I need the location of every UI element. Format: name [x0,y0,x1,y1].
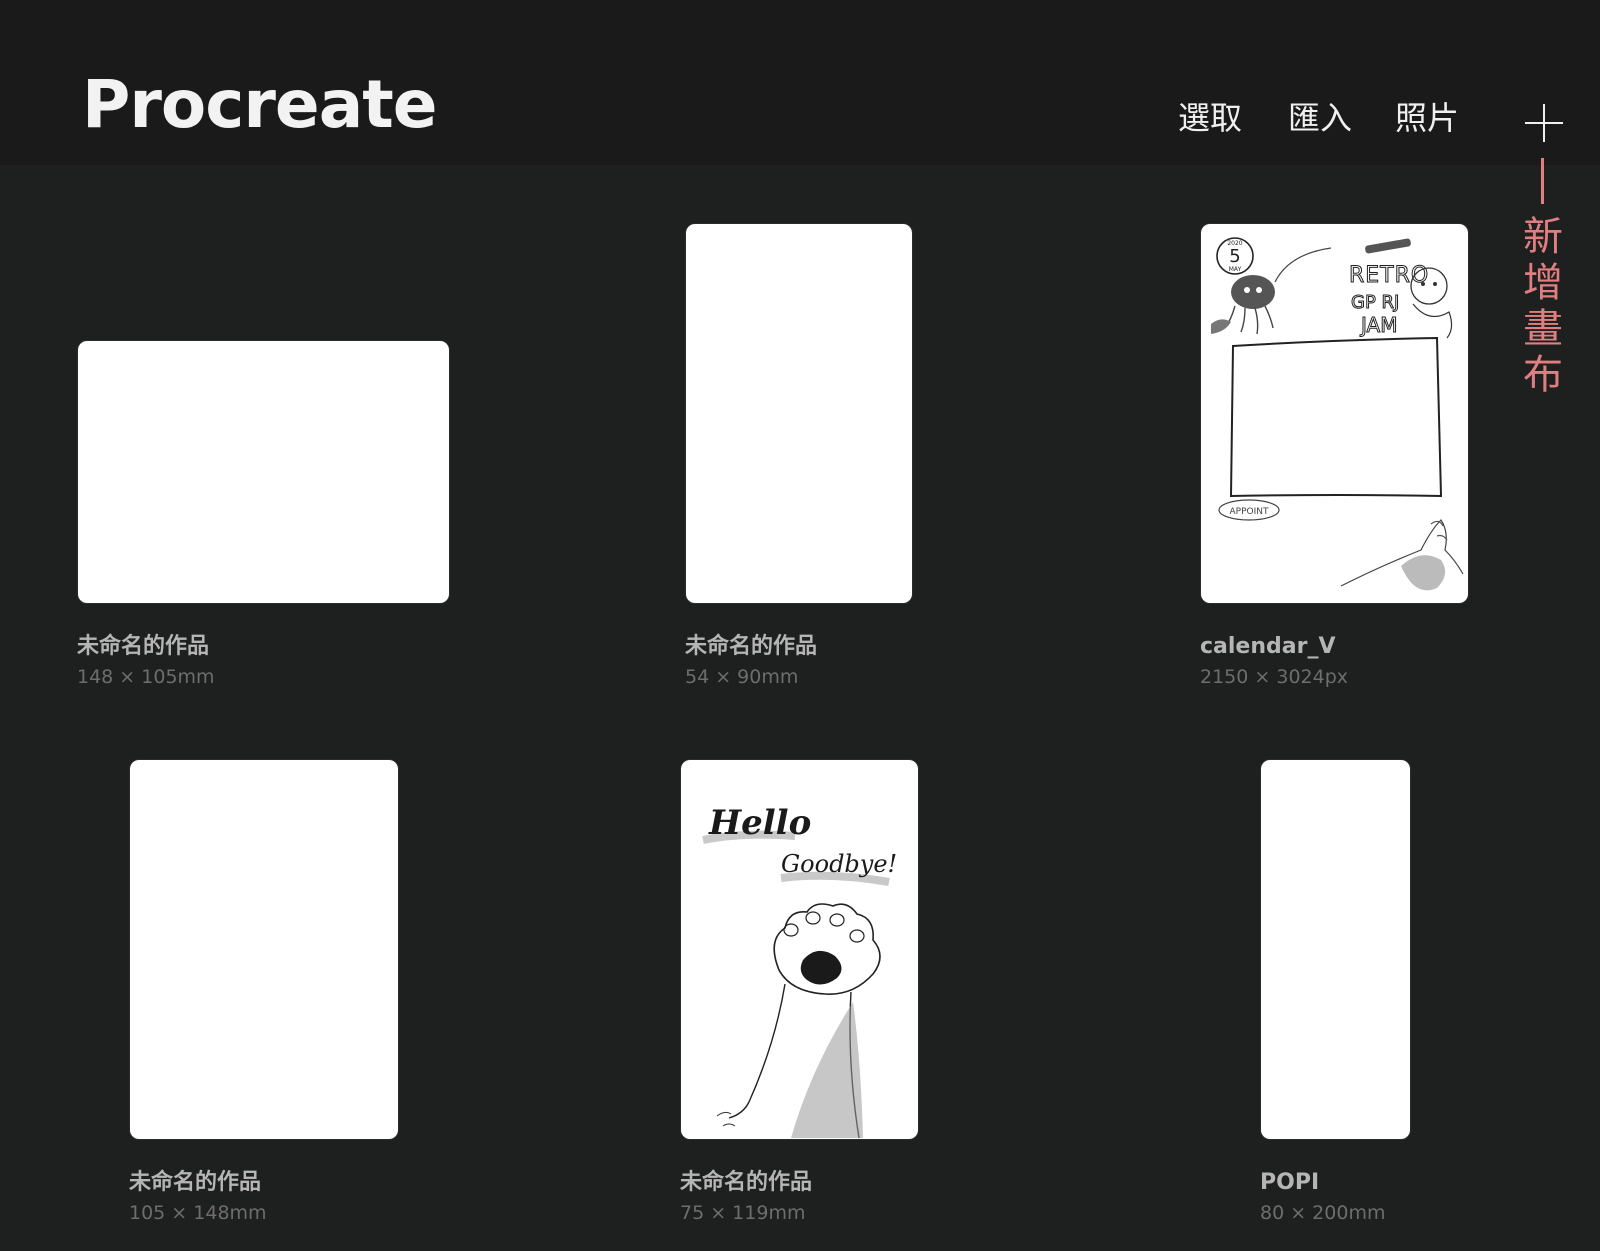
artwork-title: calendar_V [1200,634,1336,659]
calendar-sketch-drawing: 2020 5 MAY RETRO GP RJ JAM APPOINT [1211,237,1464,591]
artwork-thumbnail-paw[interactable]: Hello Goodbye! [681,760,918,1139]
artwork-size: 2150 × 3024px [1200,666,1349,688]
artwork-thumbnail-calendar[interactable]: 2020 5 MAY RETRO GP RJ JAM APPOINT [1201,224,1468,603]
artwork-size: 75 × 119mm [680,1202,806,1224]
app-title: Procreate [82,66,438,143]
artwork-thumbnail[interactable] [1261,760,1410,1139]
artwork-thumbnail[interactable] [78,341,449,603]
annotation-callout-line [1541,158,1544,204]
artwork-thumbnail[interactable] [686,224,912,603]
artwork-title: POPI [1260,1170,1320,1195]
artwork-thumbnail[interactable] [130,760,398,1139]
cat-paw-sketch-drawing: Hello Goodbye! [702,803,897,1139]
artwork-title: 未命名的作品 [680,1170,813,1195]
artwork-size: 54 × 90mm [685,666,799,688]
calendar-footer-label: APPOINT [1230,507,1269,517]
calendar-title-line2: GP RJ [1351,292,1399,313]
paw-text-goodbye: Goodbye! [781,850,897,878]
calendar-title-line1: RETRO [1349,263,1429,288]
top-bar: Procreate 選取 匯入 照片 [0,0,1600,165]
artwork-title: 未命名的作品 [685,634,818,659]
artwork-title: 未命名的作品 [129,1170,262,1195]
artwork-title: 未命名的作品 [77,634,210,659]
select-button[interactable]: 選取 [1178,102,1242,134]
calendar-title-line3: JAM [1359,313,1397,337]
annotation-new-canvas-label: 新增畫布 [1523,214,1563,398]
new-canvas-plus-icon[interactable] [1525,104,1563,142]
paw-text-hello: Hello [708,803,811,843]
artwork-size: 105 × 148mm [129,1202,267,1224]
gallery-screen: Procreate 選取 匯入 照片 新增畫布 未命名的作品 148 × 105… [0,0,1600,1251]
artwork-size: 148 × 105mm [77,666,215,688]
photos-button[interactable]: 照片 [1395,102,1459,134]
import-button[interactable]: 匯入 [1288,102,1352,134]
artwork-size: 80 × 200mm [1260,1202,1386,1224]
calendar-badge-day: 5 [1229,246,1240,267]
calendar-badge-month: MAY [1229,266,1242,273]
